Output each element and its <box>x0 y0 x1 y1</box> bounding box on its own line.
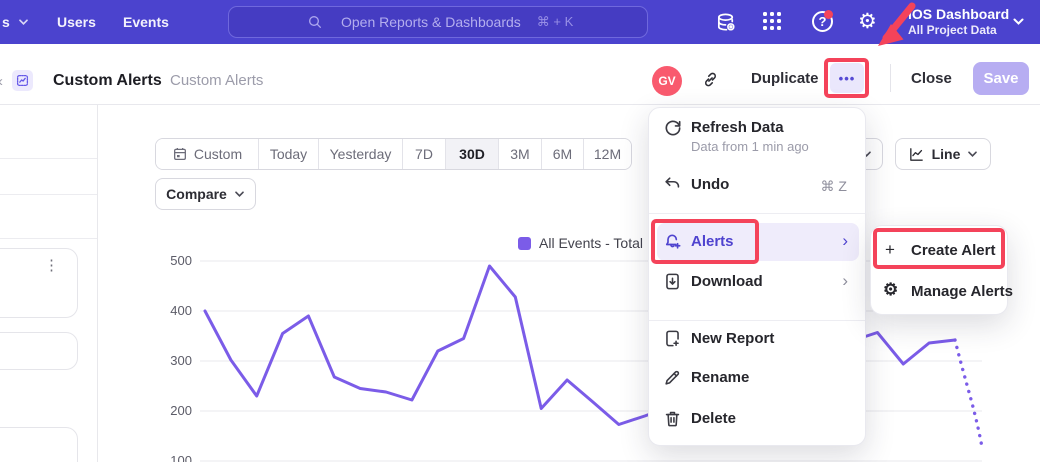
project-chevron-icon[interactable] <box>1012 18 1025 26</box>
edge-collapse-icon[interactable]: ‹ <box>0 73 3 90</box>
chart-type-button[interactable]: Line <box>895 138 991 170</box>
sidebar-card[interactable]: ⋮ <box>0 248 78 318</box>
submenu-arrow-icon: › <box>842 273 848 289</box>
search-placeholder: Open Reports & Dashboards <box>341 14 521 30</box>
annotation-box-more-button <box>824 58 869 98</box>
menu-item-label: Refresh Data <box>691 119 784 137</box>
calendar-icon <box>172 146 188 162</box>
menu-item-label: Download <box>691 273 763 291</box>
chart-projection-dotted <box>955 340 982 447</box>
line-chart-icon <box>908 146 925 163</box>
menu-divider <box>649 213 865 214</box>
share-link-icon[interactable] <box>701 70 720 89</box>
close-button[interactable]: Close <box>911 70 952 87</box>
nav-item-users[interactable]: Users <box>57 0 96 44</box>
y-tick-200: 200 <box>152 403 192 418</box>
help-icon[interactable]: ? <box>812 11 833 32</box>
nav-item-events[interactable]: Events <box>123 0 169 44</box>
menu-item-label: Rename <box>691 369 749 387</box>
header-divider <box>890 64 891 92</box>
breadcrumb[interactable]: Custom Alerts <box>170 71 263 91</box>
new-report-icon <box>663 329 682 348</box>
range-yesterday[interactable]: Yesterday <box>319 139 403 169</box>
menu-item-sublabel: Data from 1 min ago <box>691 139 809 155</box>
nav-item-partial[interactable]: s <box>2 0 29 44</box>
legend-swatch <box>518 237 531 250</box>
annotation-box-create-alert <box>873 228 1005 269</box>
range-6m[interactable]: 6M <box>542 139 584 169</box>
delete-trash-icon <box>663 409 682 428</box>
range-custom[interactable]: Custom <box>156 139 259 169</box>
undo-icon <box>663 175 682 194</box>
sidebar-card[interactable] <box>0 332 78 370</box>
duplicate-button[interactable]: Duplicate <box>751 70 819 87</box>
menu-item-label: Delete <box>691 410 736 428</box>
chevron-down-icon <box>234 191 245 198</box>
range-today[interactable]: Today <box>259 139 319 169</box>
y-tick-500: 500 <box>152 253 192 268</box>
sidebar-divider <box>0 238 97 239</box>
more-options-menu: Refresh Data Data from 1 min ago Undo ⌘ … <box>648 107 866 446</box>
apps-grid-icon[interactable] <box>763 12 781 30</box>
global-search[interactable]: Open Reports & Dashboards ⌘ + K <box>228 6 648 38</box>
search-icon <box>307 14 323 30</box>
y-tick-100: 100 <box>152 453 192 462</box>
rename-pencil-icon <box>663 368 682 387</box>
refresh-icon <box>663 118 683 138</box>
report-type-icon <box>12 70 33 91</box>
search-shortcut: ⌘ + K <box>537 14 574 30</box>
gear-icon: ⚙ <box>883 281 898 299</box>
save-button[interactable]: Save <box>973 62 1029 95</box>
submenu-item-label: Manage Alerts <box>911 283 1013 301</box>
range-12m[interactable]: 12M <box>584 139 631 169</box>
sidebar-card[interactable] <box>0 427 78 462</box>
range-7d[interactable]: 7D <box>403 139 446 169</box>
chart-legend[interactable]: All Events - Total <box>518 235 643 251</box>
y-tick-400: 400 <box>152 303 192 318</box>
sidebar-divider <box>0 158 97 159</box>
menu-item-label: Undo <box>691 176 729 194</box>
chevron-down-icon <box>18 19 29 26</box>
compare-button[interactable]: Compare <box>155 178 256 210</box>
notification-dot <box>824 10 833 19</box>
annotation-arrow <box>860 0 930 60</box>
page-title: Custom Alerts <box>53 71 162 91</box>
menu-divider <box>649 320 865 321</box>
chevron-down-icon <box>967 151 978 158</box>
y-tick-300: 300 <box>152 353 192 368</box>
download-icon <box>663 272 682 291</box>
annotation-box-alerts <box>651 219 759 264</box>
menu-item-shortcut: ⌘ Z <box>821 178 847 195</box>
legend-label: All Events - Total <box>539 235 643 251</box>
kebab-menu-icon[interactable]: ⋮ <box>44 263 59 269</box>
data-management-icon[interactable] <box>715 11 738 39</box>
range-30d-selected[interactable]: 30D <box>446 139 499 169</box>
submenu-arrow-icon: › <box>842 233 848 249</box>
menu-item-label: New Report <box>691 330 774 348</box>
range-3m[interactable]: 3M <box>499 139 542 169</box>
date-range-picker: Custom Today Yesterday 7D 30D 3M 6M 12M <box>155 138 632 170</box>
avatar[interactable]: GV <box>652 66 682 96</box>
sidebar-divider <box>0 194 97 195</box>
app-window: 500 400 300 200 100 All Events - Total ⋮… <box>0 0 1040 462</box>
